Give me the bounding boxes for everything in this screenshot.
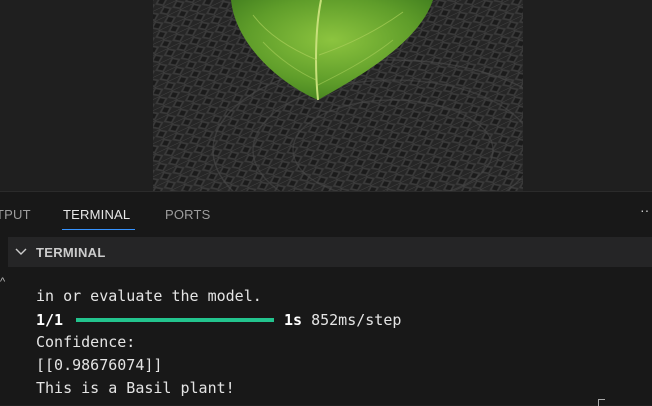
caret-up-icon: ^ bbox=[0, 276, 6, 288]
terminal-section-title: TERMINAL bbox=[36, 245, 106, 260]
tab-terminal[interactable]: TERMINAL bbox=[63, 207, 130, 222]
progress-fill bbox=[76, 318, 274, 322]
tab-output[interactable]: TPUT bbox=[0, 207, 31, 222]
ellipsis-icon[interactable]: ·· bbox=[640, 202, 652, 218]
progress-timing: 1s 852ms/step bbox=[284, 311, 401, 329]
active-tab-indicator bbox=[62, 229, 135, 230]
progress-rate: 852ms/step bbox=[311, 311, 402, 329]
chevron-down-icon bbox=[15, 248, 27, 255]
panel-tabbar: TPUT TERMINAL PORTS ·· bbox=[0, 192, 652, 236]
basil-leaf-photo bbox=[153, 0, 523, 191]
terminal-section-header[interactable]: TERMINAL bbox=[8, 237, 652, 267]
progress-count: 1/1 bbox=[36, 311, 64, 329]
terminal-line: [[0.98676074]] bbox=[36, 356, 163, 374]
terminal-output[interactable]: in or evaluate the model. 1/1 1s 852ms/s… bbox=[8, 269, 652, 406]
progress-bar bbox=[76, 318, 274, 322]
image-preview-area bbox=[0, 0, 652, 191]
terminal-line: Confidence: bbox=[36, 333, 136, 351]
terminal-line: in or evaluate the model. bbox=[36, 287, 262, 305]
tab-ports[interactable]: PORTS bbox=[165, 207, 211, 222]
progress-time: 1s bbox=[284, 311, 303, 329]
terminal-line: This is a Basil plant! bbox=[36, 379, 235, 397]
bottom-panel: TPUT TERMINAL PORTS ·· TERMINAL ^ in or … bbox=[0, 192, 652, 406]
